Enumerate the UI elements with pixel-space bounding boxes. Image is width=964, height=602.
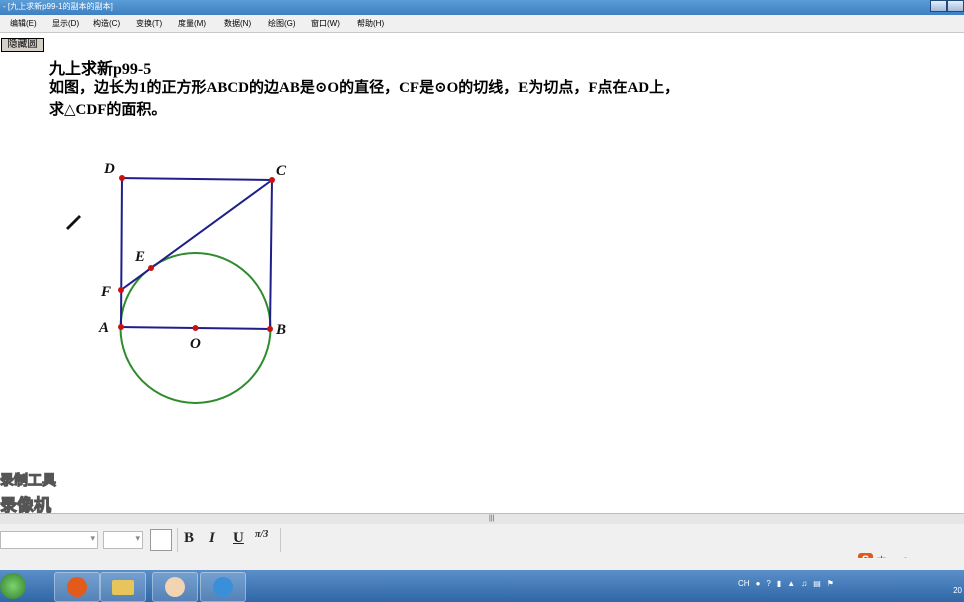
tray-network-icon[interactable]: ▤: [813, 579, 821, 588]
point-b[interactable]: [267, 326, 273, 332]
taskbar-app-sketchpad-icon[interactable]: [200, 572, 246, 602]
point-o[interactable]: [192, 325, 199, 331]
point-d[interactable]: [119, 175, 125, 181]
underline-button[interactable]: U: [233, 530, 244, 547]
label-b: B: [275, 322, 286, 338]
menu-transform[interactable]: 变换(T): [136, 18, 162, 29]
tray-help-icon[interactable]: ?: [766, 579, 770, 588]
tray-language[interactable]: CH: [738, 579, 750, 588]
minimize-button[interactable]: [930, 0, 947, 12]
bold-button[interactable]: B: [184, 530, 194, 547]
tray-expand-icon[interactable]: ▲: [787, 579, 795, 588]
toolbar-separator: [280, 528, 281, 552]
tray-flag-icon[interactable]: ⚑: [827, 579, 834, 588]
segment-dc[interactable]: [121, 177, 273, 181]
menu-construct[interactable]: 构造(C): [93, 18, 120, 29]
label-o: O: [190, 336, 201, 352]
point-f[interactable]: [118, 287, 124, 293]
taskbar: CH ● ? ▮ ▲ ♫ ▤ ⚑ 20: [0, 570, 964, 602]
font-size-select[interactable]: [103, 531, 143, 549]
maximize-button[interactable]: [947, 0, 964, 12]
label-c: C: [276, 163, 287, 179]
status-bar: [0, 558, 964, 570]
menu-bar: 编辑(E) 显示(D) 构造(C) 变换(T) 度量(M) 数据(N) 绘图(G…: [0, 15, 964, 33]
menu-help[interactable]: 帮助(H): [357, 18, 384, 29]
tray-volume-icon[interactable]: ♫: [801, 579, 807, 588]
menu-window[interactable]: 窗口(W): [311, 18, 340, 29]
system-tray: CH ● ? ▮ ▲ ♫ ▤ ⚑: [738, 579, 834, 588]
label-e: E: [134, 249, 145, 265]
title-bar: - [九上求新p99-1的副本的副本]: [0, 0, 964, 15]
point-c[interactable]: [269, 177, 275, 183]
text-color-button[interactable]: [150, 529, 172, 551]
math-format-button[interactable]: π/3: [255, 529, 268, 540]
tray-battery-icon[interactable]: ▮: [777, 579, 781, 588]
segment-cb[interactable]: [269, 179, 273, 330]
toolbar-separator: [177, 528, 178, 552]
recorder-watermark-line1: 录制工具: [0, 473, 57, 490]
taskbar-app-recorder-icon[interactable]: [54, 572, 100, 602]
tangent-cf[interactable]: [120, 179, 273, 291]
menu-display[interactable]: 显示(D): [52, 18, 79, 29]
scrollbar-grip-icon[interactable]: |||: [489, 515, 494, 522]
point-e[interactable]: [148, 265, 154, 271]
point-a[interactable]: [118, 324, 124, 330]
taskbar-clock[interactable]: 20: [953, 586, 962, 595]
italic-button[interactable]: I: [209, 530, 215, 547]
taskbar-app-browser-icon[interactable]: [152, 572, 198, 602]
font-family-select[interactable]: [0, 531, 98, 549]
menu-data[interactable]: 数据(N): [224, 18, 251, 29]
taskbar-app-folder-icon[interactable]: [100, 572, 146, 602]
window-controls[interactable]: [930, 0, 964, 12]
start-button-icon[interactable]: [0, 573, 26, 599]
menu-graph[interactable]: 绘图(G): [268, 18, 296, 29]
label-d: D: [103, 161, 115, 177]
window-title: - [九上求新p99-1的副本的副本]: [3, 2, 113, 11]
label-a: A: [98, 320, 109, 336]
menu-edit[interactable]: 编辑(E): [10, 18, 37, 29]
sketch-canvas[interactable]: 隐藏圆 九上求新p99-5 如图，边长为1的正方形ABCD的边AB是⊙O的直径，…: [0, 33, 964, 517]
segment-ad[interactable]: [120, 177, 123, 328]
geometry-figure: D C E F A O B: [98, 161, 287, 404]
label-f: F: [100, 284, 111, 300]
menu-measure[interactable]: 度量(M): [178, 18, 206, 29]
text-format-toolbar: B I U π/3: [0, 524, 964, 559]
tray-sogou-icon[interactable]: ●: [756, 579, 761, 588]
